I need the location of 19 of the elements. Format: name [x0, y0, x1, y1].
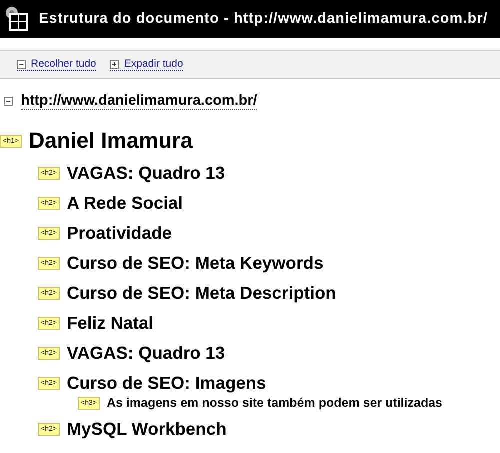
root-url[interactable]: http://www.danielimamura.com.br/: [21, 93, 258, 110]
minus-box-icon[interactable]: [4, 97, 13, 106]
heading-text[interactable]: Curso de SEO: Meta Description: [66, 282, 336, 304]
heading-text[interactable]: Daniel Imamura: [28, 128, 193, 154]
plus-box-icon[interactable]: [110, 60, 120, 68]
window-title: Estrutura do documento - http://www.danielimamura.com.br/: [39, 11, 488, 27]
expand-all-link[interactable]: Expadir tudo: [110, 58, 184, 71]
collapse-all-link[interactable]: Recolher tudo: [17, 58, 96, 71]
heading-text[interactable]: VAGAS: Quadro 13: [66, 342, 226, 364]
heading-text[interactable]: A Rede Social: [66, 192, 184, 214]
heading-text[interactable]: MySQL Workbench: [66, 418, 227, 440]
minus-box-icon[interactable]: [17, 60, 26, 68]
heading-text[interactable]: Proatividade: [66, 222, 172, 244]
app-icon: [3, 5, 31, 33]
heading-text[interactable]: Curso de SEO: Imagens: [66, 372, 266, 394]
heading-text[interactable]: Curso de SEO: Meta Keywords: [66, 252, 324, 274]
heading-text[interactable]: VAGAS: Quadro 13: [66, 162, 226, 184]
heading-text[interactable]: Feliz Natal: [66, 312, 154, 334]
heading-text[interactable]: As imagens em nosso site também podem ser utilizadas: [106, 396, 442, 410]
